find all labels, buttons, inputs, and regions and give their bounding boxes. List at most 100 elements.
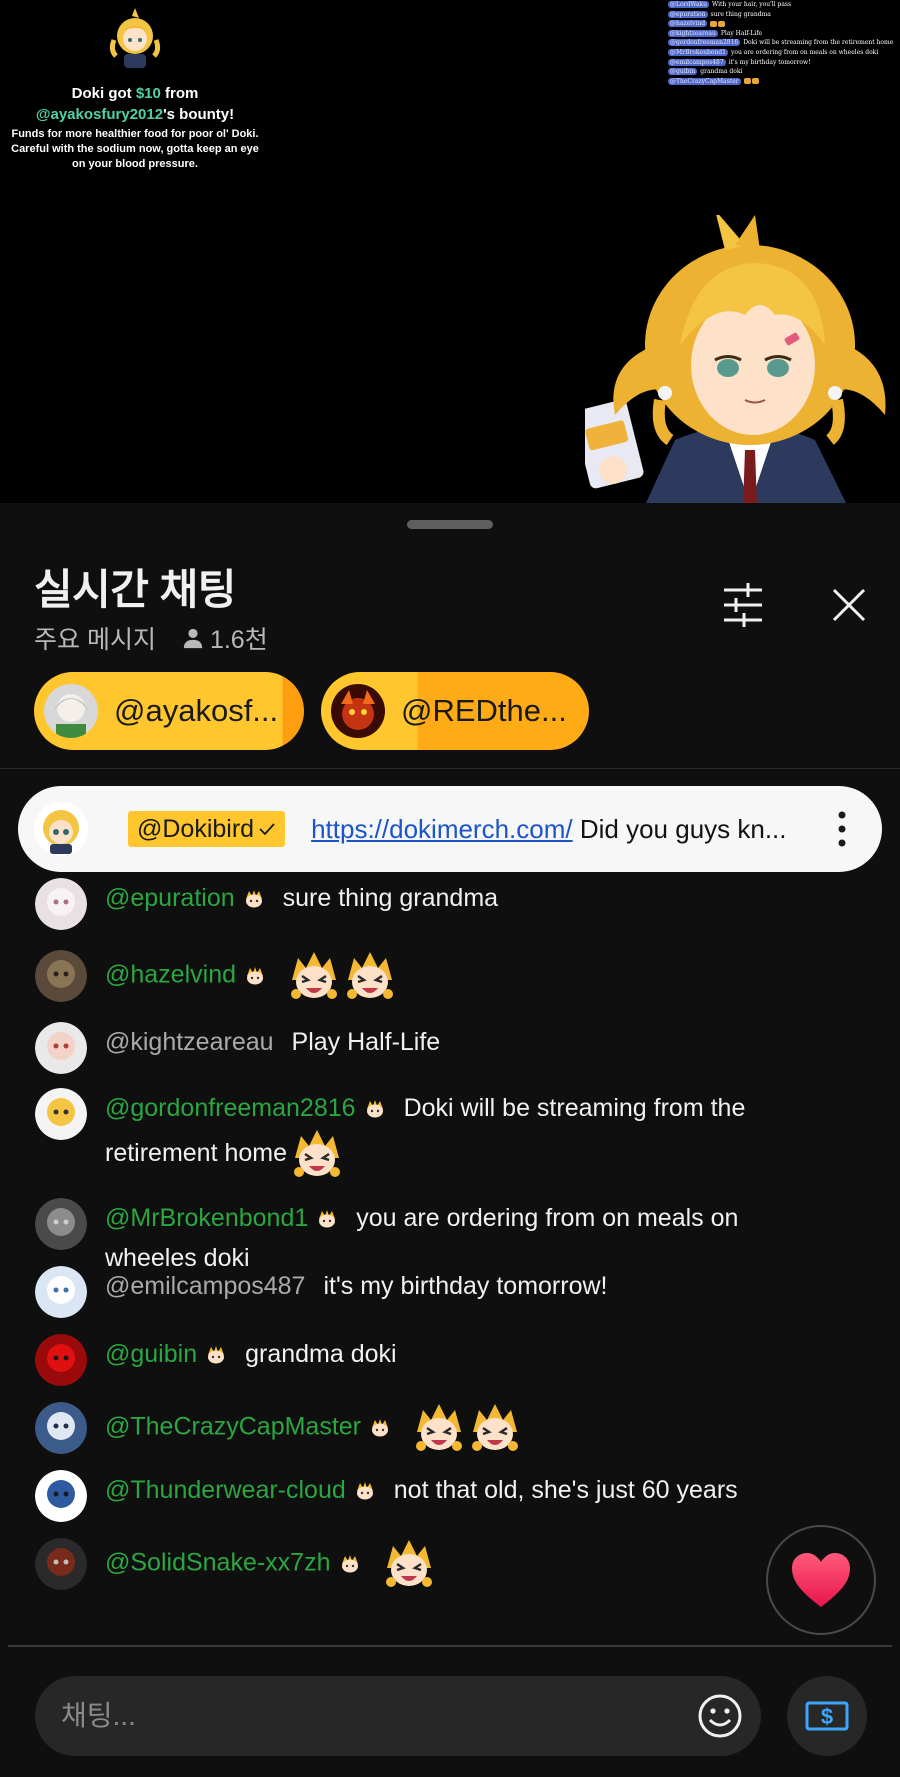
supporter-pill-2[interactable]: @REDthe... — [321, 672, 589, 750]
overlay-chat-row: @MrBrokenbond1 you are ordering from on m… — [668, 48, 900, 58]
more-vert-icon[interactable] — [838, 811, 846, 847]
divider — [0, 768, 900, 769]
bounty-title: Doki got $10 from @ayakosfury2012's boun… — [35, 85, 235, 123]
doki-emote-icon — [347, 952, 394, 999]
overlay-chat-user: @kightzeareau — [668, 29, 718, 37]
avatar[interactable] — [35, 1266, 87, 1318]
avatar[interactable] — [35, 1538, 87, 1590]
emote-icon — [718, 20, 726, 27]
chat-author-name[interactable]: @gordonfreeman2816 — [105, 1094, 356, 1122]
chat-mode-row: 주요 메시지 1.6천 — [34, 620, 268, 656]
overlay-chat-text: With your hair, you'll pass — [712, 1, 792, 8]
chat-author-name[interactable]: @guibin — [105, 1340, 197, 1368]
member-badge-icon — [366, 1100, 383, 1118]
svg-text:$: $ — [821, 1704, 833, 1729]
pinned-message[interactable]: @Dokibird https://dokimerch.com/ Did you… — [18, 786, 882, 872]
member-badge-icon — [319, 1210, 336, 1228]
chat-author-name[interactable]: @emilcampos487 — [105, 1272, 305, 1300]
overlay-chat-user: @epuration — [668, 10, 708, 18]
bounty-user: @ayakosfury2012 — [35, 106, 164, 123]
chat-author-name[interactable]: @TheCrazyCapMaster — [105, 1413, 361, 1441]
overlay-chat-text: Doki will be streaming from the retireme… — [743, 39, 894, 47]
avatar[interactable] — [35, 1470, 87, 1522]
emote-icon — [751, 78, 759, 85]
supporter-name: @REDthe... — [401, 693, 567, 728]
chat-author-name[interactable]: @MrBrokenbond1 — [105, 1204, 308, 1232]
overlay-chat-row: @emilcampos487 it's my birthday tomorrow! — [668, 58, 900, 68]
overlay-chat-user: @gordonfreeman2816 — [668, 39, 741, 47]
emote-icon — [710, 20, 718, 27]
avatar[interactable] — [35, 950, 87, 1002]
avatar[interactable] — [35, 1198, 87, 1250]
overlay-chat-user: @LordWaku — [668, 1, 710, 8]
verified-check-icon — [259, 823, 275, 836]
dollar-bill-icon: $ — [805, 1701, 849, 1731]
supporter-pill-1[interactable]: @ayakosf... — [34, 672, 304, 750]
overlay-chat-text: you are ordering from on meals on wheele… — [730, 48, 879, 56]
bounty-avatar — [109, 8, 161, 68]
chat-author-name[interactable]: @SolidSnake-xx7zh — [105, 1549, 331, 1577]
chat-message-content: @epuration sure thing grandma — [105, 878, 805, 918]
member-badge-icon — [245, 890, 262, 908]
viewer-count: 1.6천 — [209, 626, 268, 654]
close-icon[interactable] — [826, 582, 872, 628]
overlay-chat-row: @kightzeareau Play Half-Life — [668, 29, 900, 39]
chat-message-text: it's my birthday tomorrow! — [323, 1272, 608, 1300]
chat-message-content: @kightzeareau Play Half-Life — [105, 1022, 805, 1062]
bounty-amount: $10 — [135, 85, 161, 102]
super-chat-button[interactable]: $ — [787, 1676, 867, 1756]
avatar[interactable] — [35, 1022, 87, 1074]
member-badge-icon — [208, 1346, 225, 1364]
avatar[interactable] — [35, 878, 87, 930]
drag-handle[interactable] — [407, 520, 493, 529]
overlay-chat-user: @TheCrazyCapMaster — [668, 77, 741, 85]
doki-emote-icon — [291, 952, 338, 999]
chat-input[interactable] — [61, 1700, 661, 1732]
chat-message-text: not that old, she's just 60 years — [393, 1476, 738, 1504]
bounty-body: Funds for more healthier food for poor o… — [11, 128, 259, 170]
chat-input-container[interactable] — [35, 1676, 761, 1756]
heart-icon — [792, 1553, 850, 1607]
chat-author-name[interactable]: @Thunderwear-cloud — [105, 1476, 346, 1504]
doki-emote-icon — [385, 1540, 432, 1587]
vtuber-avatar-image — [585, 215, 886, 503]
member-badge-icon — [341, 1554, 358, 1573]
overlay-chat-user: @emilcampos487 — [668, 58, 726, 66]
overlay-chat-text: sure thing grandma — [710, 10, 771, 18]
chat-author-name[interactable]: @kightzeareau — [105, 1028, 274, 1056]
member-badge-icon — [372, 1418, 389, 1437]
overlay-chat-row: @LordWaku With your hair, you'll pass — [668, 0, 900, 10]
chat-message-content: @guibin grandma doki — [105, 1334, 805, 1374]
overlay-chat-text: Play Half-Life — [720, 29, 763, 37]
chat-message-content: @gordonfreeman2816 Doki will be streaming… — [105, 1088, 805, 1180]
video-player[interactable]: Doki got $10 from @ayakosfury2012's boun… — [0, 0, 900, 503]
chat-message-text: Play Half-Life — [291, 1028, 441, 1056]
avatar[interactable] — [35, 1334, 87, 1386]
page-title: 실시간 채팅 — [34, 566, 236, 613]
avatar — [331, 684, 385, 738]
avatar[interactable] — [35, 1402, 87, 1454]
overlay-chat-row: @epuration sure thing grandma — [668, 10, 900, 20]
pinned-link[interactable]: https://dokimerch.com/ — [311, 814, 573, 844]
doki-emote-icon — [416, 1404, 463, 1451]
chat-author-name[interactable]: @epuration — [105, 884, 235, 912]
overlay-chat-text: it's my birthday tomorrow! — [728, 58, 811, 66]
chat-message-content: @Thunderwear-cloud not that old, she's ju… — [105, 1470, 805, 1510]
pinned-text: https://dokimerch.com/ Did you guys kn..… — [311, 813, 787, 844]
chat-message-content: @TheCrazyCapMaster — [105, 1402, 805, 1454]
chat-author-name[interactable]: @hazelvind — [105, 961, 236, 989]
overlay-chat-text: grandma doki — [700, 68, 743, 76]
emote-icon — [743, 78, 751, 85]
member-badge-icon — [247, 966, 264, 985]
divider — [8, 1645, 892, 1647]
overlay-chat-row: @guibin grandma doki — [668, 67, 900, 77]
heart-reaction-button[interactable] — [766, 1525, 876, 1635]
avatar[interactable] — [35, 1088, 87, 1140]
sliders-icon[interactable] — [718, 580, 768, 630]
chat-message-text: grandma doki — [245, 1340, 397, 1368]
chat-mode-dropdown[interactable]: 주요 메시지 — [34, 620, 156, 656]
person-icon — [183, 628, 203, 649]
chat-message-text: sure thing grandma — [282, 884, 499, 912]
smiley-icon[interactable] — [697, 1693, 743, 1739]
overlay-chat-user: @hazelvind — [668, 20, 708, 28]
